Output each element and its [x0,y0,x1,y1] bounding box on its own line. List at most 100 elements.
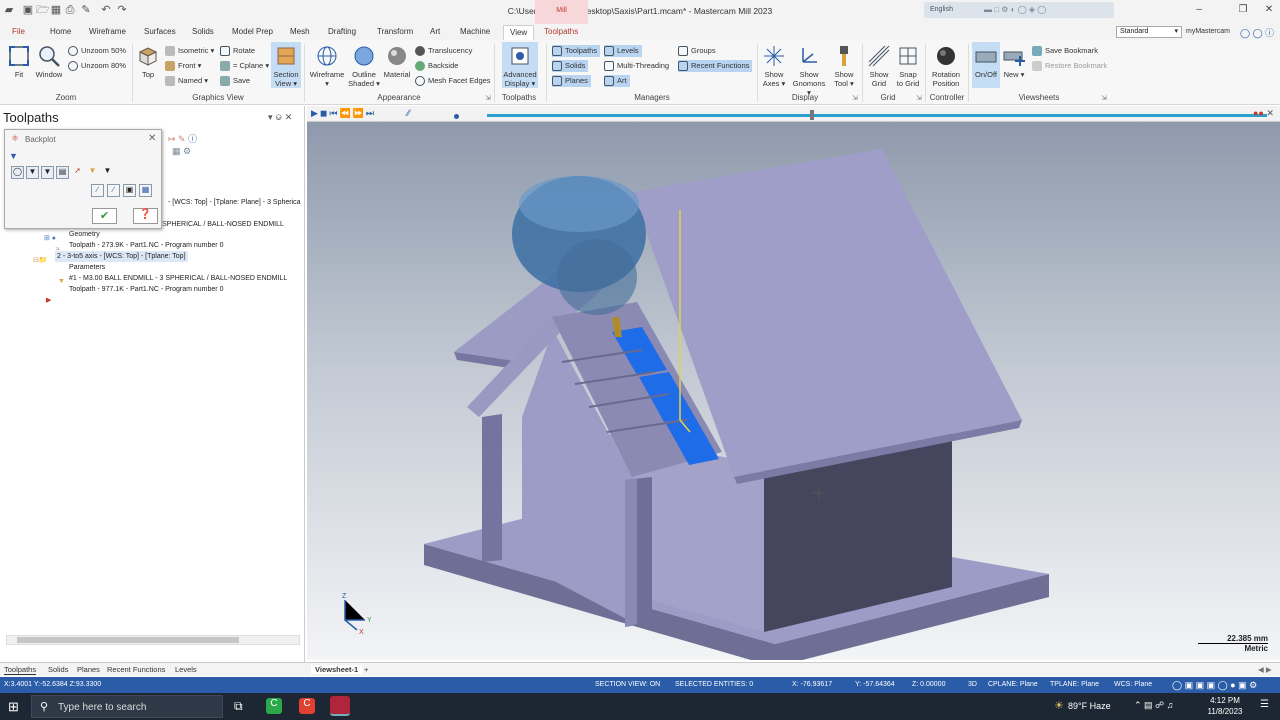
mesh-facet-edges-toggle[interactable]: Mesh Facet Edges [415,75,491,87]
y-coordinate[interactable]: Y: -57.64364 [855,681,895,688]
show-tool-button[interactable]: Show Tool ▾ [830,44,858,88]
filter-icons[interactable]: ▦ ⚙ [172,146,191,157]
tab-planes-bottom[interactable]: Planes [77,665,100,674]
tab-toolpaths-bottom[interactable]: Toolpaths [4,665,37,675]
section-view-status[interactable]: SECTION VIEW: ON [595,681,660,688]
scrollbar-thumb[interactable] [17,637,239,643]
toolpaths-manager-toggle[interactable]: Toolpaths [552,45,601,57]
show-tool-icon[interactable]: ▼ [26,166,39,179]
toolbar-icons[interactable]: ▬ □ ⚙ ◐ ◯ ◈ ◯ [984,5,1046,14]
tab-file[interactable]: File [12,27,25,36]
tab-home[interactable]: Home [50,27,71,36]
mymastercam-link[interactable]: myMastercam [1186,28,1230,35]
mode-3d[interactable]: 3D [968,681,977,688]
tab-machine[interactable]: Machine [460,27,490,36]
tree-item-tool2[interactable]: #1 - M3.00 BALL ENDMILL - 3 SPHERICAL / … [69,273,287,284]
wcs-status[interactable]: WCS: Plane [1114,681,1152,688]
tool-shape-icon[interactable]: ▼ [86,166,99,179]
z-coordinate[interactable]: Z: 0.00000 [912,681,945,688]
tree-item-operation1-header[interactable]: - [WCS: Top] - [Tplane: Plane] - 3 Spher… [168,197,301,208]
rotate-button[interactable]: Rotate [220,45,255,57]
viewsheet-nav-arrows[interactable]: ◀ ▶ [1258,665,1272,674]
fit-button[interactable]: Fit [6,44,32,79]
solids-manager-toggle[interactable]: Solids [552,60,589,72]
graphics-viewport[interactable]: Z Y X [307,122,1280,667]
progress-handle[interactable] [810,110,814,120]
panel-pin-controls[interactable]: ▾ ⎉ ✕ [268,112,292,123]
error-indicator-icon[interactable]: ●● ✕ [1253,108,1274,119]
tab-solids-bottom[interactable]: Solids [48,665,68,674]
mastercam-taskbar-icon[interactable] [330,696,350,716]
tab-surfaces[interactable]: Surfaces [144,27,176,36]
tree-item-tool1[interactable]: SPHERICAL / BALL-NOSED ENDMILL [162,219,284,230]
tab-wireframe[interactable]: Wireframe [89,27,126,36]
groups-manager-toggle[interactable]: Groups [678,45,716,57]
dialog-launcher-icon[interactable]: ⇲ [916,94,922,102]
close-button[interactable]: ✕ [1260,3,1278,17]
top-view-button[interactable]: Top [136,44,160,79]
planes-manager-toggle[interactable]: Planes [552,75,591,87]
path-option-icon[interactable]: ∕ [91,184,104,197]
tool-info-icon[interactable]: ▼ [101,166,114,179]
rotation-position-button[interactable]: Rotation Position [929,44,963,88]
tab-drafting[interactable]: Drafting [328,27,356,36]
view-icons[interactable]: ◯ ▣ ▣ ▣ ◯ ● ▣ ⚙ [1172,680,1257,691]
tab-transform[interactable]: Transform [377,27,413,36]
tree-item-operation2[interactable]: 2 - 3-to5 axis - [WCS: Top] - [Tplane: T… [55,251,188,262]
show-axes-button[interactable]: Show Axes ▾ [761,44,787,88]
workspace-select[interactable]: Standard [1116,26,1182,38]
unzoom50-button[interactable]: Unzoom 50% [68,45,126,57]
dialog-launcher-icon[interactable]: ⇲ [1101,94,1107,102]
tab-recent-functions-bottom[interactable]: Recent Functions [107,665,165,674]
isometric-button[interactable]: Isometric ▾ [165,45,214,57]
task-view-icon[interactable]: ⧉ [234,699,243,714]
expand-icon[interactable]: ▼ [9,151,18,161]
unzoom80-button[interactable]: Unzoom 80% [68,60,126,72]
advanced-display-button[interactable]: Advanced Display ▾ [502,42,538,88]
tab-viewsheet-1[interactable]: Viewsheet-1 [311,665,363,674]
path-option2-icon[interactable]: ∕ [107,184,120,197]
front-button[interactable]: Front ▾ [165,60,201,72]
playback-controls[interactable]: ▶◼⏮⏪⏩⏭ [311,108,376,119]
levels-manager-toggle[interactable]: Levels [604,45,642,57]
windows-start-icon[interactable]: ⊞ [8,699,19,715]
app-icon-green[interactable]: C [266,698,282,714]
tab-view[interactable]: View [503,25,535,40]
tab-levels-bottom[interactable]: Levels [175,665,197,674]
tab-toolpaths[interactable]: Toolpaths [544,27,578,36]
tree-item-toolpath1[interactable]: Toolpath - 273.9K - Part1.NC - Program n… [69,240,223,251]
recent-functions-toggle[interactable]: Recent Functions [678,60,753,72]
save-view-button[interactable]: Save [220,75,250,87]
tree-item-geometry[interactable]: Geometry [69,229,100,240]
panel-tool-icons[interactable]: ↦ ✎ ⓘ [168,132,197,145]
language-label[interactable]: English [930,6,953,13]
track-toggles[interactable]: ∕∕ [407,108,410,118]
section-view-button[interactable]: Section View ▾ [271,42,301,88]
viewsheets-onoff-button[interactable]: On/Off [972,42,1000,88]
tab-mesh[interactable]: Mesh [290,27,310,36]
cplane-status[interactable]: CPLANE: Plane [988,681,1038,688]
restore-bookmark-button[interactable]: Restore Bookmark [1032,60,1107,72]
new-viewsheet-button[interactable]: New ▾ [1002,44,1026,79]
search-box[interactable]: ⚲ Type here to search [31,695,223,718]
multithreading-manager-toggle[interactable]: Multi-Threading [604,60,669,72]
dialog-launcher-icon[interactable]: ⇲ [852,94,858,102]
x-coordinate[interactable]: X: -76.93617 [792,681,832,688]
save-bookmark-button[interactable]: Save Bookmark [1032,45,1098,57]
minimize-button[interactable]: – [1190,3,1208,17]
show-gnomons-button[interactable]: Show Gnomons ▾ [790,44,828,97]
window-zoom-button[interactable]: Window [34,44,64,79]
notifications-icon[interactable]: ☰ [1260,699,1269,710]
tree-item-parameters[interactable]: Parameters [69,262,105,273]
tree-item-toolpath2[interactable]: Toolpath - 977.1K - Part1.NC - Program n… [69,284,223,295]
clock-date[interactable]: 11/8/2023 [1203,707,1247,716]
show-grid-button[interactable]: Show Grid [866,44,892,88]
endpoints-icon[interactable]: ➚ [71,166,84,179]
display-option-icon[interactable]: ◯ [11,166,24,179]
progress-track[interactable] [487,114,1267,117]
material-button[interactable]: Material [381,44,413,79]
tab-art[interactable]: Art [430,27,440,36]
save-icon[interactable]: ▦ [139,184,152,197]
backside-toggle[interactable]: Backside [415,60,458,72]
app-icon-red[interactable]: C [299,698,315,714]
